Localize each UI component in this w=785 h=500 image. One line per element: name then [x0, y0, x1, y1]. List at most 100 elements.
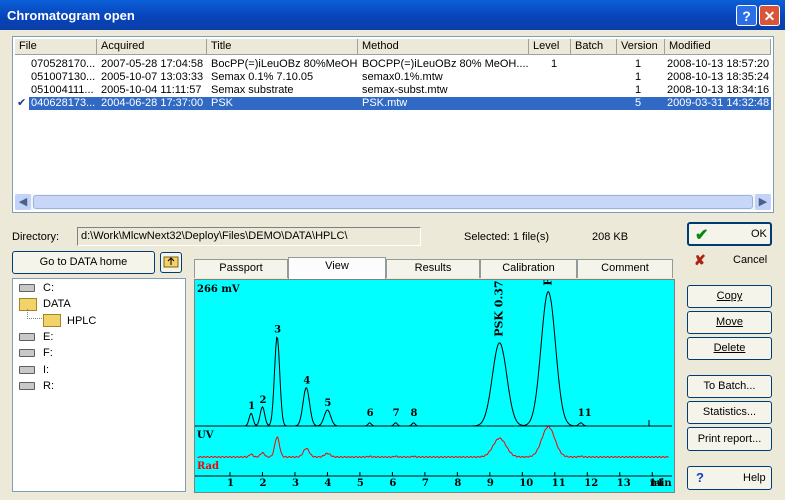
x-tick-label: 10 — [519, 478, 533, 489]
cell-method: PSK.mtw — [362, 97, 408, 109]
column-header-method[interactable]: Method — [358, 39, 529, 55]
tree-item-label: C: — [43, 282, 54, 294]
cell-file: 040628173... — [31, 97, 95, 109]
cell-title: Semax 0.1% 7.10.05 — [211, 71, 314, 83]
column-header-level[interactable]: Level — [529, 39, 571, 55]
tab-view[interactable]: View — [288, 257, 386, 279]
drive-icon — [19, 332, 35, 341]
tree-item[interactable]: F: — [19, 346, 53, 360]
series-label-uv: UV — [197, 430, 214, 441]
tree-item[interactable]: I: — [19, 363, 49, 377]
tree-item-label: I: — [43, 363, 50, 376]
folder-up-icon — [163, 256, 179, 268]
to-batch-button[interactable]: To Batch... — [687, 375, 772, 398]
cell-method: semax-subst.mtw — [362, 84, 448, 96]
help-label: Help — [743, 472, 766, 484]
column-header-batch[interactable]: Batch — [571, 39, 617, 55]
ok-button[interactable]: ✔ OK — [687, 222, 772, 246]
tree-item-label: F: — [43, 347, 53, 360]
move-button[interactable]: Move — [687, 311, 772, 334]
close-button[interactable]: ✕ — [759, 5, 780, 26]
tree-item[interactable]: R: — [19, 379, 54, 393]
x-tick-label: 13 — [617, 478, 631, 489]
peak-label: 5 — [324, 398, 331, 409]
cross-icon: ✘ — [694, 252, 706, 268]
help-button[interactable]: ? Help — [687, 466, 772, 490]
tree-item-label: DATA — [43, 298, 71, 311]
x-axis-unit: min — [650, 478, 672, 489]
chromatogram-chart: 1 2 3 4 5 6 7 8 9 10 11 12 13 14min266 mVUVRad123456 7… — [195, 202, 672, 489]
x-tick-label: 7 — [422, 478, 429, 489]
column-header-file[interactable]: File — [15, 39, 97, 55]
uv-signal-line — [197, 290, 669, 427]
ok-label: OK — [751, 228, 767, 240]
peak-label: 11 — [578, 408, 592, 419]
tab-results[interactable]: Results — [386, 259, 480, 278]
file-list[interactable]: File Acquired Title Method Level Batch V… — [12, 36, 774, 213]
table-row[interactable]: 051004111... 2005-10-04 11:11:57 Semax sub… — [15, 84, 771, 97]
delete-button[interactable]: Delete — [687, 337, 772, 360]
peak-label: PSK 0.378 — [493, 280, 506, 337]
tab-comment[interactable]: Comment — [577, 259, 673, 278]
drive-icon — [19, 284, 35, 293]
help-icon: ? — [696, 470, 704, 485]
cell-file: 051004111... — [31, 84, 94, 96]
cell-modified: 2009-03-31 14:32:48 — [667, 97, 770, 109]
cancel-label: Cancel — [733, 254, 768, 266]
tree-item-label: E: — [43, 330, 54, 343]
x-tick-label: 11 — [552, 478, 566, 489]
peak-label: 3 — [274, 324, 281, 335]
drive-icon — [19, 349, 35, 358]
column-header-version[interactable]: Version — [617, 39, 665, 55]
tree-item[interactable]: HPLC — [43, 314, 96, 328]
cell-title: PSK — [211, 97, 234, 109]
statistics-button[interactable]: Statistics... — [687, 401, 772, 424]
copy-button[interactable]: Copy — [687, 285, 772, 308]
cell-method: BOCPP(=)iLeuOBz 80% MeOH.... — [362, 58, 528, 70]
cell-version: 5 — [635, 97, 642, 109]
tree-item[interactable]: C: — [19, 281, 54, 295]
cell-file: 070528170... — [31, 58, 95, 70]
cell-level — [551, 84, 569, 97]
x-tick-label: 8 — [454, 478, 461, 489]
column-header-acquired[interactable]: Acquired — [97, 39, 207, 55]
peak-label: 4 — [303, 376, 310, 387]
table-row[interactable]: ✔ 040628173... 2004-06-28 17:37:00 PSK PSK.m… — [17, 97, 771, 110]
cell-version: 1 — [635, 84, 642, 96]
cell-method: semax0.1%.mtw — [362, 71, 443, 83]
help-title-button[interactable]: ? — [736, 5, 757, 26]
cell-file: 051007130... — [31, 71, 95, 83]
cell-modified: 2008-10-13 18:35:24 — [667, 71, 770, 83]
print-report-button[interactable]: Print report... — [687, 427, 772, 451]
cell-level — [551, 71, 569, 84]
horizontal-scrollbar[interactable]: ◀ ▶ — [15, 194, 771, 210]
column-header-modified[interactable]: Modified — [665, 39, 771, 55]
scroll-left-icon[interactable]: ◀ — [15, 194, 31, 210]
tab-passport[interactable]: Passport — [194, 259, 288, 278]
go-to-data-home-button[interactable]: Go to DATA home — [12, 251, 155, 274]
tree-item[interactable]: E: — [19, 330, 53, 344]
chromatogram-view: 1 2 3 4 5 6 7 8 9 10 11 12 13 14 min 266 mV UV Rad 1 2 3 4 5 6 7… — [194, 202, 675, 493]
peak-label: PSK(=) 0.583 — [541, 280, 554, 286]
folder-up-button[interactable] — [160, 252, 182, 273]
scroll-thumb[interactable] — [33, 195, 753, 209]
cancel-button[interactable]: ✘ Cancel — [687, 249, 772, 272]
scroll-right-icon[interactable]: ▶ — [755, 194, 771, 210]
tab-calibration[interactable]: Calibration — [480, 259, 577, 278]
open-folder-icon — [43, 314, 61, 328]
directory-field: d:\Work\MlcwNext32\Deploy\Files\DEMO\DAT… — [77, 227, 421, 246]
tree-item-label: HPLC — [67, 314, 97, 327]
folder-tree[interactable]: C: DATA HPLC E: F: I: R: — [12, 278, 186, 492]
check-icon: ✔ — [695, 227, 709, 244]
x-tick-label: 12 — [584, 478, 598, 489]
cell-level: 1 — [551, 58, 558, 70]
table-row[interactable]: 070528170... 2007-05-28 17:04:58 BocPP(=)i… — [15, 58, 771, 71]
column-header-title[interactable]: Title — [207, 39, 358, 55]
title-bar: Chromatogram open ? ✕ — [0, 0, 785, 30]
cell-modified: 2008-10-13 18:34:16 — [667, 84, 770, 96]
cell-version: 1 — [635, 58, 642, 70]
table-row[interactable]: 051007130... 2005-10-07 13:03:33 Semax 0.1… — [15, 71, 771, 84]
selected-count: Selected: 1 file(s) — [464, 231, 549, 243]
selected-size: 208 KB — [592, 231, 629, 243]
peak-label: 8 — [411, 408, 418, 419]
